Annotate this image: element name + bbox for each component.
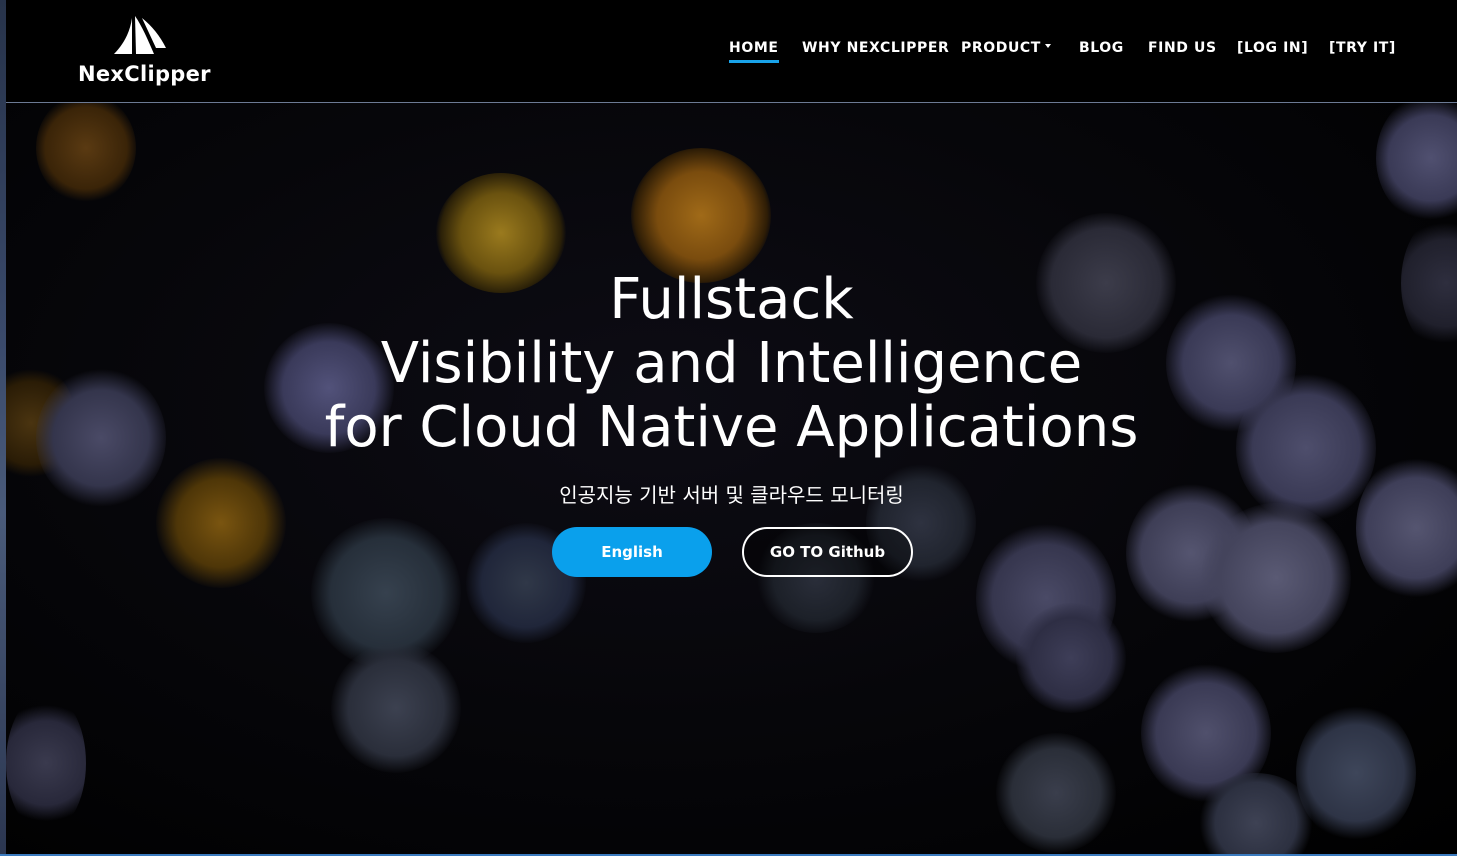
browser-viewport: NexClipper HOME WHY NEXCLIPPER PRODUCT B… — [6, 0, 1457, 854]
hero-title: Fullstack Visibility and Intelligence fo… — [6, 268, 1457, 460]
bokeh-light — [1356, 453, 1457, 603]
nav-home[interactable]: HOME — [729, 40, 779, 63]
hero-title-line: for Cloud Native Applications — [324, 395, 1139, 460]
bokeh-light — [331, 643, 461, 773]
caret-down-icon — [1044, 44, 1051, 48]
nav-log-in[interactable]: [LOG IN] — [1237, 40, 1308, 56]
nav-blog[interactable]: BLOG — [1079, 40, 1124, 56]
hero-title-line: Fullstack — [609, 267, 854, 332]
bokeh-light — [1201, 503, 1351, 653]
nav-why-nexclipper[interactable]: WHY NEXCLIPPER — [802, 40, 949, 56]
nav-product[interactable]: PRODUCT — [961, 40, 1051, 56]
nav-find-us[interactable]: FIND US — [1148, 40, 1217, 56]
nav-product-label: PRODUCT — [961, 40, 1041, 56]
bokeh-light — [996, 733, 1116, 853]
hero-section: Fullstack Visibility and Intelligence fo… — [6, 103, 1457, 854]
hero-subtitle: 인공지능 기반 서버 및 클라우드 모니터링 — [559, 483, 904, 507]
bokeh-light — [6, 693, 86, 833]
bokeh-light — [1016, 603, 1126, 713]
main-nav: HOME WHY NEXCLIPPER PRODUCT BLOG FIND US… — [6, 0, 1457, 102]
bokeh-light — [36, 103, 136, 203]
nav-try-it[interactable]: [TRY IT] — [1329, 40, 1396, 56]
site-header: NexClipper HOME WHY NEXCLIPPER PRODUCT B… — [6, 0, 1457, 103]
bokeh-light — [1376, 103, 1457, 223]
bokeh-light — [156, 458, 286, 588]
english-button[interactable]: English — [552, 527, 712, 577]
bokeh-light — [631, 148, 771, 283]
hero-title-line: Visibility and Intelligence — [380, 331, 1083, 396]
go-to-github-button[interactable]: GO TO Github — [742, 527, 913, 577]
